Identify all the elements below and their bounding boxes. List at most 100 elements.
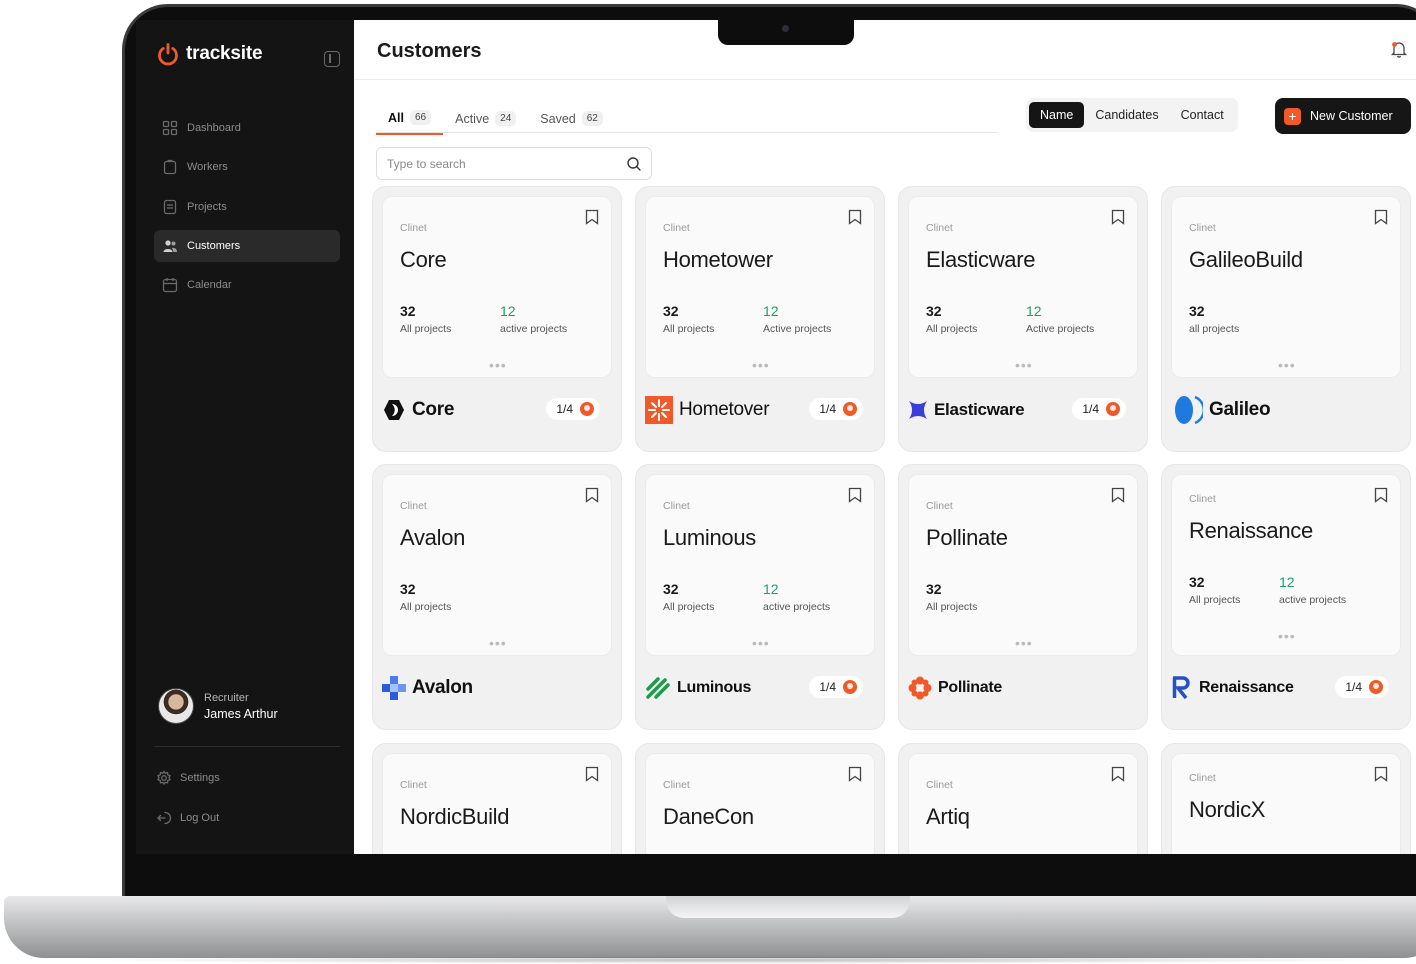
stat-number: 32 (926, 581, 942, 597)
user-profile[interactable]: Recruiter James Arthur (158, 688, 278, 724)
card-title: NordicBuild (400, 804, 510, 829)
more-icon[interactable]: ••• (1015, 357, 1033, 373)
bookmark-icon[interactable] (1111, 766, 1125, 782)
more-icon[interactable]: ••• (1278, 628, 1296, 644)
bookmark-icon[interactable] (1374, 487, 1388, 503)
tab-active[interactable]: Active 24 (443, 104, 528, 135)
sort-contact-button[interactable]: Contact (1170, 102, 1235, 128)
tab-saved[interactable]: Saved 62 (528, 104, 615, 135)
company-logo-text: Pollinate (938, 679, 1002, 696)
stat-label: All projects (400, 601, 452, 613)
card-label: Clinet (926, 222, 953, 234)
card-body: Clinet NordicX (1171, 753, 1401, 854)
card-title: GalileoBuild (1189, 247, 1303, 272)
tab-all[interactable]: All 66 (376, 104, 444, 135)
bookmark-icon[interactable] (848, 487, 862, 503)
stat-label: All projects (926, 601, 978, 613)
pagination-badge[interactable]: 1/4 (546, 398, 600, 420)
card-body: Clinet Luminous 32 All projects 12 active … (645, 474, 875, 656)
bookmark-icon[interactable] (585, 487, 599, 503)
card-footer: Core 1/4 (382, 390, 612, 430)
card-label: Clinet (1189, 772, 1216, 784)
pagination-badge[interactable]: 1/4 (1335, 676, 1389, 698)
card-title: Core (400, 247, 447, 272)
logout-link[interactable]: Log Out (156, 802, 220, 834)
active-projects-stat: 12 active projects (500, 303, 567, 335)
tab-label: Saved (540, 111, 576, 126)
user-dot-icon (843, 402, 857, 416)
search-icon (627, 157, 641, 171)
search-input[interactable]: Type to search (376, 147, 652, 180)
all-projects-stat: 32 All projects (1189, 574, 1240, 606)
active-projects-stat: 12 Active projects (1026, 303, 1094, 335)
card-body: Clinet Elasticware 32 All projects 12 Acti… (908, 196, 1138, 378)
bookmark-icon[interactable] (1374, 766, 1388, 782)
more-icon[interactable]: ••• (752, 357, 770, 373)
brand-logo[interactable]: tracksite (156, 42, 263, 66)
pollinate-logo-icon (908, 676, 932, 700)
more-icon[interactable]: ••• (489, 357, 507, 373)
stat-label: active projects (763, 601, 831, 613)
customer-card[interactable]: Clinet Pollinate 32 All projects ••• Poll… (898, 464, 1148, 730)
clipboard-icon (162, 159, 178, 175)
bell-icon[interactable] (1390, 40, 1408, 58)
pagination-badge[interactable]: 1/4 (1072, 398, 1126, 420)
power-logo-icon (158, 43, 178, 66)
bookmark-icon[interactable] (1111, 487, 1125, 503)
customer-card[interactable]: Clinet GalileoBuild 32 all projects ••• G… (1161, 186, 1411, 452)
customer-card[interactable]: Clinet Artiq (898, 743, 1148, 854)
new-customer-button[interactable]: + New Customer (1275, 98, 1411, 134)
card-body: Clinet DaneCon (645, 753, 875, 854)
sidebar-item-dashboard[interactable]: Dashboard (154, 112, 340, 144)
bookmark-icon[interactable] (585, 766, 599, 782)
sidebar-item-projects[interactable]: Projects (154, 191, 340, 223)
company-logo-text: Avalon (412, 677, 473, 698)
bookmark-icon[interactable] (1374, 209, 1388, 225)
company-logo-text: Core (412, 399, 455, 420)
sidebar-item-label: Customers (187, 239, 241, 252)
customer-card[interactable]: Clinet Elasticware 32 All projects 12 Acti… (898, 186, 1148, 452)
tab-label: Active (455, 111, 490, 126)
customer-card[interactable]: Clinet NordicX (1161, 743, 1411, 854)
company-logo-text: Luminous (677, 679, 752, 696)
bookmark-icon[interactable] (1111, 209, 1125, 225)
more-icon[interactable]: ••• (489, 635, 507, 651)
bookmark-icon[interactable] (585, 209, 599, 225)
laptop-base (4, 896, 1416, 958)
card-label: Clinet (926, 500, 953, 512)
user-name: James Arthur (204, 706, 278, 721)
customer-card[interactable]: Clinet Hometower 32 All projects 12 Active… (635, 186, 885, 452)
pager-text: 1/4 (819, 680, 836, 694)
all-projects-stat: 32 All projects (663, 581, 714, 613)
sidebar-item-calendar[interactable]: Calendar (154, 269, 340, 301)
company-logo: Renaissance (1171, 676, 1294, 700)
sort-name-button[interactable]: Name (1029, 102, 1085, 128)
customer-card[interactable]: Clinet Avalon 32 All projects ••• Avalon (372, 464, 622, 730)
stat-label: Active projects (1026, 323, 1095, 335)
more-icon[interactable]: ••• (1278, 357, 1296, 373)
customer-card[interactable]: Clinet DaneCon (635, 743, 885, 854)
all-projects-stat: 32 all projects (1189, 303, 1239, 335)
sort-candidates-button[interactable]: Candidates (1084, 102, 1169, 128)
customer-card[interactable]: Clinet Renaissance 32 All projects 12 acti… (1161, 464, 1411, 730)
card-title: Hometower (663, 247, 773, 272)
bookmark-icon[interactable] (848, 766, 862, 782)
more-icon[interactable]: ••• (1015, 635, 1033, 651)
collapse-sidebar-icon[interactable] (324, 51, 340, 67)
customer-card[interactable]: Clinet Luminous 32 All projects 12 active … (635, 464, 885, 730)
customer-card[interactable]: Clinet NordicBuild (372, 743, 622, 854)
laptop-shadow (80, 956, 1400, 964)
customer-grid: Clinet Core 32 All projects 12 active proj… (372, 186, 1416, 854)
pagination-badge[interactable]: 1/4 (809, 676, 863, 698)
stat-number: 32 (400, 303, 416, 319)
bookmark-icon[interactable] (848, 209, 862, 225)
sidebar-item-workers[interactable]: Workers (154, 151, 340, 183)
stat-label: active projects (1279, 594, 1347, 606)
sidebar-item-customers[interactable]: Customers (154, 229, 340, 262)
customer-card[interactable]: Clinet Core 32 All projects 12 active proj… (372, 186, 622, 452)
pagination-badge[interactable]: 1/4 (809, 398, 863, 420)
settings-link[interactable]: Settings (156, 762, 220, 794)
tab-count: 62 (581, 111, 603, 126)
company-logo-text: Renaissance (1199, 679, 1294, 696)
more-icon[interactable]: ••• (752, 635, 770, 651)
